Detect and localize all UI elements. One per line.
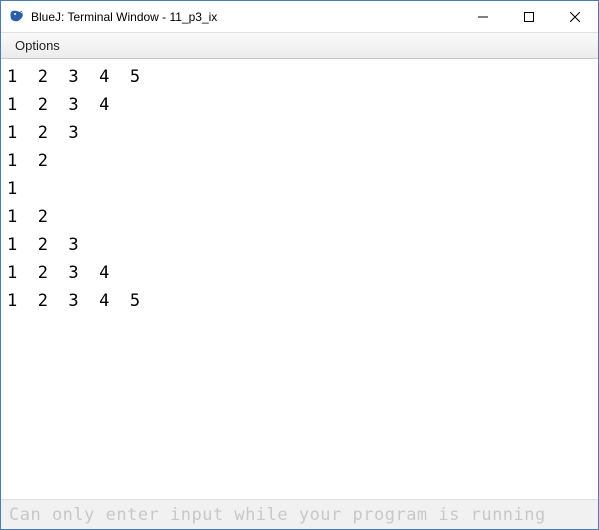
terminal-input	[9, 505, 590, 525]
window-controls	[460, 1, 598, 32]
terminal-output: 1 2 3 4 51 2 3 41 2 31 211 21 2 31 2 3 4…	[1, 59, 598, 499]
maximize-button[interactable]	[506, 1, 552, 32]
menu-options[interactable]: Options	[7, 35, 68, 56]
terminal-line: 1	[7, 175, 592, 203]
terminal-line: 1 2 3 4 5	[7, 287, 592, 315]
terminal-line: 1 2	[7, 147, 592, 175]
minimize-button[interactable]	[460, 1, 506, 32]
maximize-icon	[524, 12, 534, 22]
menubar: Options	[1, 33, 598, 59]
minimize-icon	[478, 12, 488, 22]
terminal-line: 1 2 3 4 5	[7, 63, 592, 91]
terminal-line: 1 2 3 4	[7, 91, 592, 119]
bluej-icon	[9, 9, 25, 25]
terminal-line: 1 2 3	[7, 231, 592, 259]
titlebar: BlueJ: Terminal Window - 11_p3_ix	[1, 1, 598, 33]
window-title: BlueJ: Terminal Window - 11_p3_ix	[31, 10, 460, 24]
input-bar	[1, 499, 598, 529]
terminal-line: 1 2 3 4	[7, 259, 592, 287]
close-button[interactable]	[552, 1, 598, 32]
terminal-line: 1 2	[7, 203, 592, 231]
terminal-line: 1 2 3	[7, 119, 592, 147]
close-icon	[570, 12, 580, 22]
